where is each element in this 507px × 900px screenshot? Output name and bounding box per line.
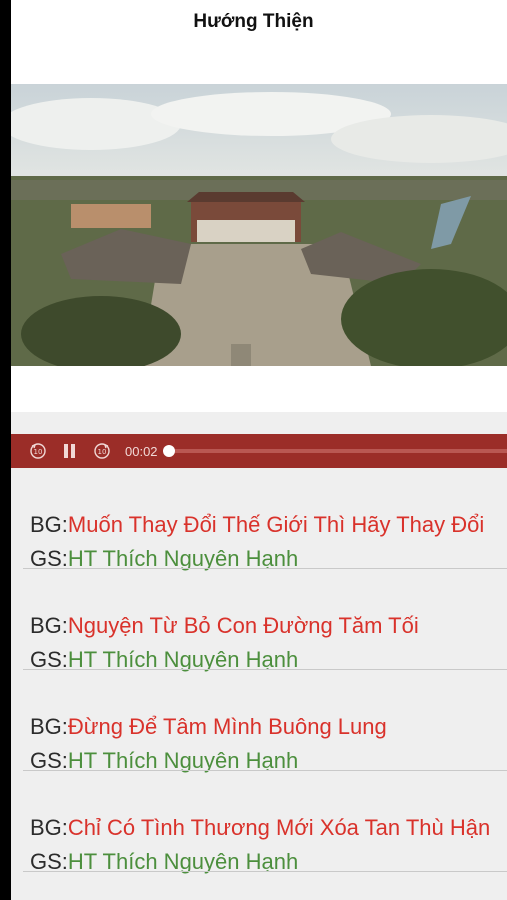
lecture-list: BG:Muốn Thay Đổi Thế Giới Thì Hãy Thay Đ… [11, 468, 507, 900]
audio-player-bar: 10 10 00:02 [11, 434, 507, 468]
lecture-title-line: BG:Nguyện Từ Bỏ Con Đường Tăm Tối [30, 613, 419, 639]
screen-edge [0, 0, 11, 900]
page-title: Hướng Thiện [193, 11, 314, 32]
lecture-title: Đừng Để Tâm Mình Buông Lung [67, 714, 387, 739]
divider [23, 871, 507, 872]
lecture-title-line: BG:Muốn Thay Đổi Thế Giới Thì Hãy Thay Đ… [30, 512, 484, 538]
svg-text:10: 10 [34, 448, 43, 456]
lecture-title-line: BG:Đừng Để Tâm Mình Buông Lung [30, 714, 387, 740]
list-item[interactable]: BG:Đừng Để Tâm Mình Buông Lung GS:HT Thí… [11, 670, 507, 773]
spacer-band [11, 412, 507, 434]
title-prefix: BG: [30, 512, 68, 537]
progress-slider[interactable] [162, 445, 507, 457]
list-item[interactable]: BG:Chỉ Có Tình Thương Mới Xóa Tan Thù Hậ… [11, 771, 507, 874]
hero-image [11, 84, 507, 366]
forward-10-icon[interactable]: 10 [93, 442, 111, 460]
rewind-10-icon[interactable]: 10 [29, 442, 47, 460]
spacer [11, 366, 507, 412]
title-prefix: BG: [30, 613, 68, 638]
list-item[interactable]: BG:Nguyện Từ Bỏ Con Đường Tăm Tối GS:HT … [11, 569, 507, 672]
lecture-title: Nguyện Từ Bỏ Con Đường Tăm Tối [67, 613, 419, 638]
lecture-title: Muốn Thay Đổi Thế Giới Thì Hãy Thay Đổi [67, 512, 485, 537]
progress-knob[interactable] [162, 445, 175, 457]
elapsed-time: 00:02 [125, 443, 158, 459]
lecture-title: Chỉ Có Tình Thương Mới Xóa Tan Thù Hận [67, 815, 491, 840]
pause-icon[interactable] [63, 443, 77, 459]
title-prefix: BG: [30, 815, 68, 840]
title-prefix: BG: [30, 714, 68, 739]
svg-text:10: 10 [98, 448, 107, 456]
list-item[interactable]: BG:Muốn Thay Đổi Thế Giới Thì Hãy Thay Đ… [11, 468, 507, 571]
lecture-title-line: BG:Chỉ Có Tình Thương Mới Xóa Tan Thù Hậ… [30, 815, 490, 841]
